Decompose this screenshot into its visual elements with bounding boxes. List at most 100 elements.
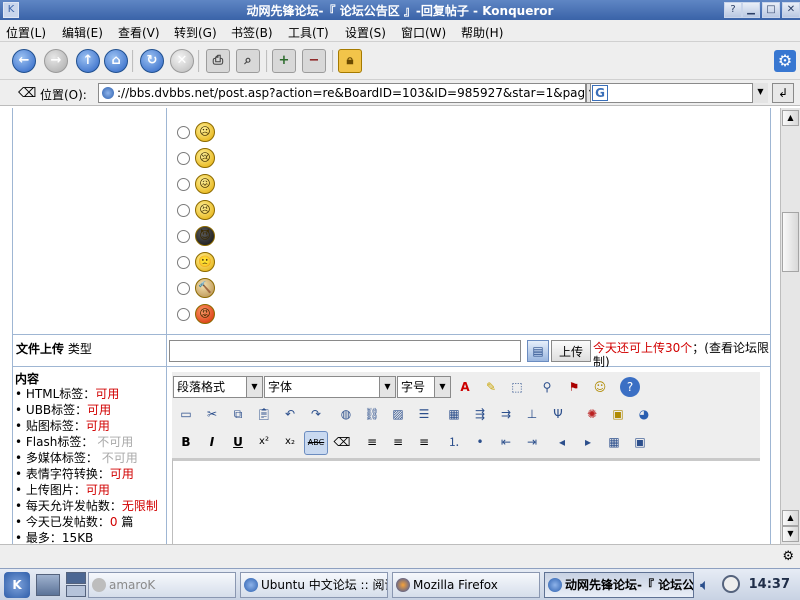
- media-icon[interactable]: ✺: [582, 404, 602, 424]
- upload-button[interactable]: 上传: [551, 340, 591, 362]
- emoticon-option[interactable]: ☹: [177, 122, 237, 144]
- emoticon-radio[interactable]: [177, 204, 190, 217]
- flash-icon[interactable]: ▣: [608, 404, 628, 424]
- bold-icon[interactable]: B: [176, 432, 196, 452]
- menu-edit[interactable]: 编辑(E): [62, 24, 103, 41]
- clock[interactable]: 14:37: [749, 577, 790, 592]
- emoticon-radio[interactable]: [177, 230, 190, 243]
- find-button[interactable]: ⌕: [236, 49, 260, 73]
- url-input[interactable]: [98, 83, 586, 103]
- font-family-select[interactable]: 字体 ▼: [264, 376, 396, 398]
- blocks-icon[interactable]: ▣: [630, 432, 650, 452]
- underline-icon[interactable]: U: [228, 432, 248, 452]
- emoticon-radio[interactable]: [177, 282, 190, 295]
- scroll-up-button-bottom[interactable]: ▲: [782, 510, 799, 526]
- globe-link-icon[interactable]: ◍: [336, 404, 356, 424]
- font-size-select[interactable]: 字号 ▼: [397, 376, 451, 398]
- search-dropdown-button[interactable]: ▼: [752, 83, 768, 103]
- clear-location-icon[interactable]: ⌫: [18, 86, 36, 101]
- emoticon-radio[interactable]: [177, 178, 190, 191]
- hr-icon[interactable]: ☰: [414, 404, 434, 424]
- reload-button[interactable]: ↻: [140, 49, 164, 73]
- align-left-icon[interactable]: ≡: [362, 432, 382, 452]
- emoticon-option[interactable]: 😢: [177, 148, 237, 170]
- help-button[interactable]: ?: [724, 2, 742, 18]
- minimize-button[interactable]: ▁: [742, 2, 760, 18]
- align-center-icon[interactable]: ≡: [388, 432, 408, 452]
- print-button[interactable]: ⎙: [206, 49, 230, 73]
- close-button[interactable]: ✕: [782, 2, 800, 18]
- paragraph-format-select[interactable]: 段落格式 ▼: [173, 376, 263, 398]
- undo-icon[interactable]: ↶: [280, 404, 300, 424]
- table-icon[interactable]: ▦: [444, 404, 464, 424]
- highlight-icon[interactable]: ✎: [481, 377, 501, 397]
- pager-desktop-2[interactable]: [66, 585, 86, 597]
- window-icon[interactable]: ▭: [176, 404, 196, 424]
- image-icon[interactable]: ▨: [388, 404, 408, 424]
- merge-icon[interactable]: ⊥: [522, 404, 542, 424]
- home-button[interactable]: ⌂: [104, 49, 128, 73]
- zoom-out-button[interactable]: −: [302, 49, 326, 73]
- emoticon-option[interactable]: 😣: [177, 200, 237, 222]
- cd-icon[interactable]: [722, 575, 740, 593]
- file-path-input[interactable]: [169, 340, 521, 362]
- marquee-icon[interactable]: ◕: [634, 404, 654, 424]
- forward-button[interactable]: →: [44, 49, 68, 73]
- menu-help[interactable]: 帮助(H): [461, 24, 503, 41]
- menu-location[interactable]: 位置(L): [6, 24, 46, 41]
- google-search-icon[interactable]: G: [592, 85, 608, 101]
- help-icon[interactable]: ?: [620, 377, 640, 397]
- emoticon-option[interactable]: 🙁: [177, 252, 237, 274]
- kde-menu-button[interactable]: K: [4, 572, 30, 598]
- emoticon-radio[interactable]: [177, 126, 190, 139]
- message-editor[interactable]: [172, 458, 760, 544]
- search-input[interactable]: [590, 83, 766, 103]
- split-icon[interactable]: Ψ: [548, 404, 568, 424]
- unordered-list-icon[interactable]: •: [470, 432, 490, 452]
- smiley-icon[interactable]: ☺: [590, 377, 610, 397]
- vertical-scrollbar[interactable]: ▲ ▲ ▼: [780, 108, 800, 544]
- menu-window[interactable]: 窗口(W): [401, 24, 446, 41]
- align-right-icon[interactable]: ≡: [414, 432, 434, 452]
- zoom-in-button[interactable]: +: [272, 49, 296, 73]
- menu-bookmarks[interactable]: 书签(B): [231, 24, 273, 41]
- redo-icon[interactable]: ↷: [306, 404, 326, 424]
- italic-icon[interactable]: I: [202, 432, 222, 452]
- emoticon-radio[interactable]: [177, 152, 190, 165]
- task-ubuntu-forum[interactable]: Ubuntu 中文论坛 :: 阅读: [240, 572, 388, 598]
- rtl-icon[interactable]: ▸: [578, 432, 598, 452]
- maximize-button[interactable]: □: [762, 2, 780, 18]
- strikethrough-icon[interactable]: ABC: [304, 431, 328, 455]
- stop-button[interactable]: ✕: [170, 49, 194, 73]
- box-icon[interactable]: ⬚: [507, 377, 527, 397]
- emoticon-option[interactable]: 😈: [177, 226, 237, 248]
- font-color-icon[interactable]: A: [455, 377, 475, 397]
- emoticon-option[interactable]: 🔨: [177, 278, 237, 300]
- volume-icon[interactable]: 🔈︎: [700, 575, 718, 594]
- menu-settings[interactable]: 设置(S): [345, 24, 386, 41]
- task-firefox[interactable]: Mozilla Firefox: [392, 572, 540, 598]
- superscript-icon[interactable]: x²: [254, 432, 274, 452]
- indent-icon[interactable]: ⇥: [522, 432, 542, 452]
- ltr-icon[interactable]: ◂: [552, 432, 572, 452]
- unlink-icon[interactable]: ⛓: [362, 404, 382, 424]
- menu-view[interactable]: 查看(V): [118, 24, 160, 41]
- up-button[interactable]: ↑: [76, 49, 100, 73]
- task-amarok[interactable]: amaroK: [88, 572, 236, 598]
- menu-tools[interactable]: 工具(T): [288, 24, 329, 41]
- emoticon-option[interactable]: 😖: [177, 174, 237, 196]
- scrollbar-thumb[interactable]: [782, 212, 799, 272]
- browse-folder-button[interactable]: ▤: [527, 340, 549, 362]
- back-button[interactable]: ←: [12, 49, 36, 73]
- eraser-icon[interactable]: ⌫: [332, 432, 352, 452]
- scroll-up-button[interactable]: ▲: [782, 110, 799, 126]
- ordered-list-icon[interactable]: ⒈: [444, 432, 464, 452]
- scroll-down-button[interactable]: ▼: [782, 526, 799, 542]
- outdent-icon[interactable]: ⇤: [496, 432, 516, 452]
- go-button[interactable]: ↲: [772, 83, 794, 103]
- table-grid-icon[interactable]: ▦: [604, 432, 624, 452]
- subscript-icon[interactable]: x₂: [280, 432, 300, 452]
- show-desktop-button[interactable]: [36, 574, 60, 596]
- paste-icon[interactable]: 📋︎: [254, 404, 274, 424]
- binoculars-icon[interactable]: ⚲: [537, 377, 557, 397]
